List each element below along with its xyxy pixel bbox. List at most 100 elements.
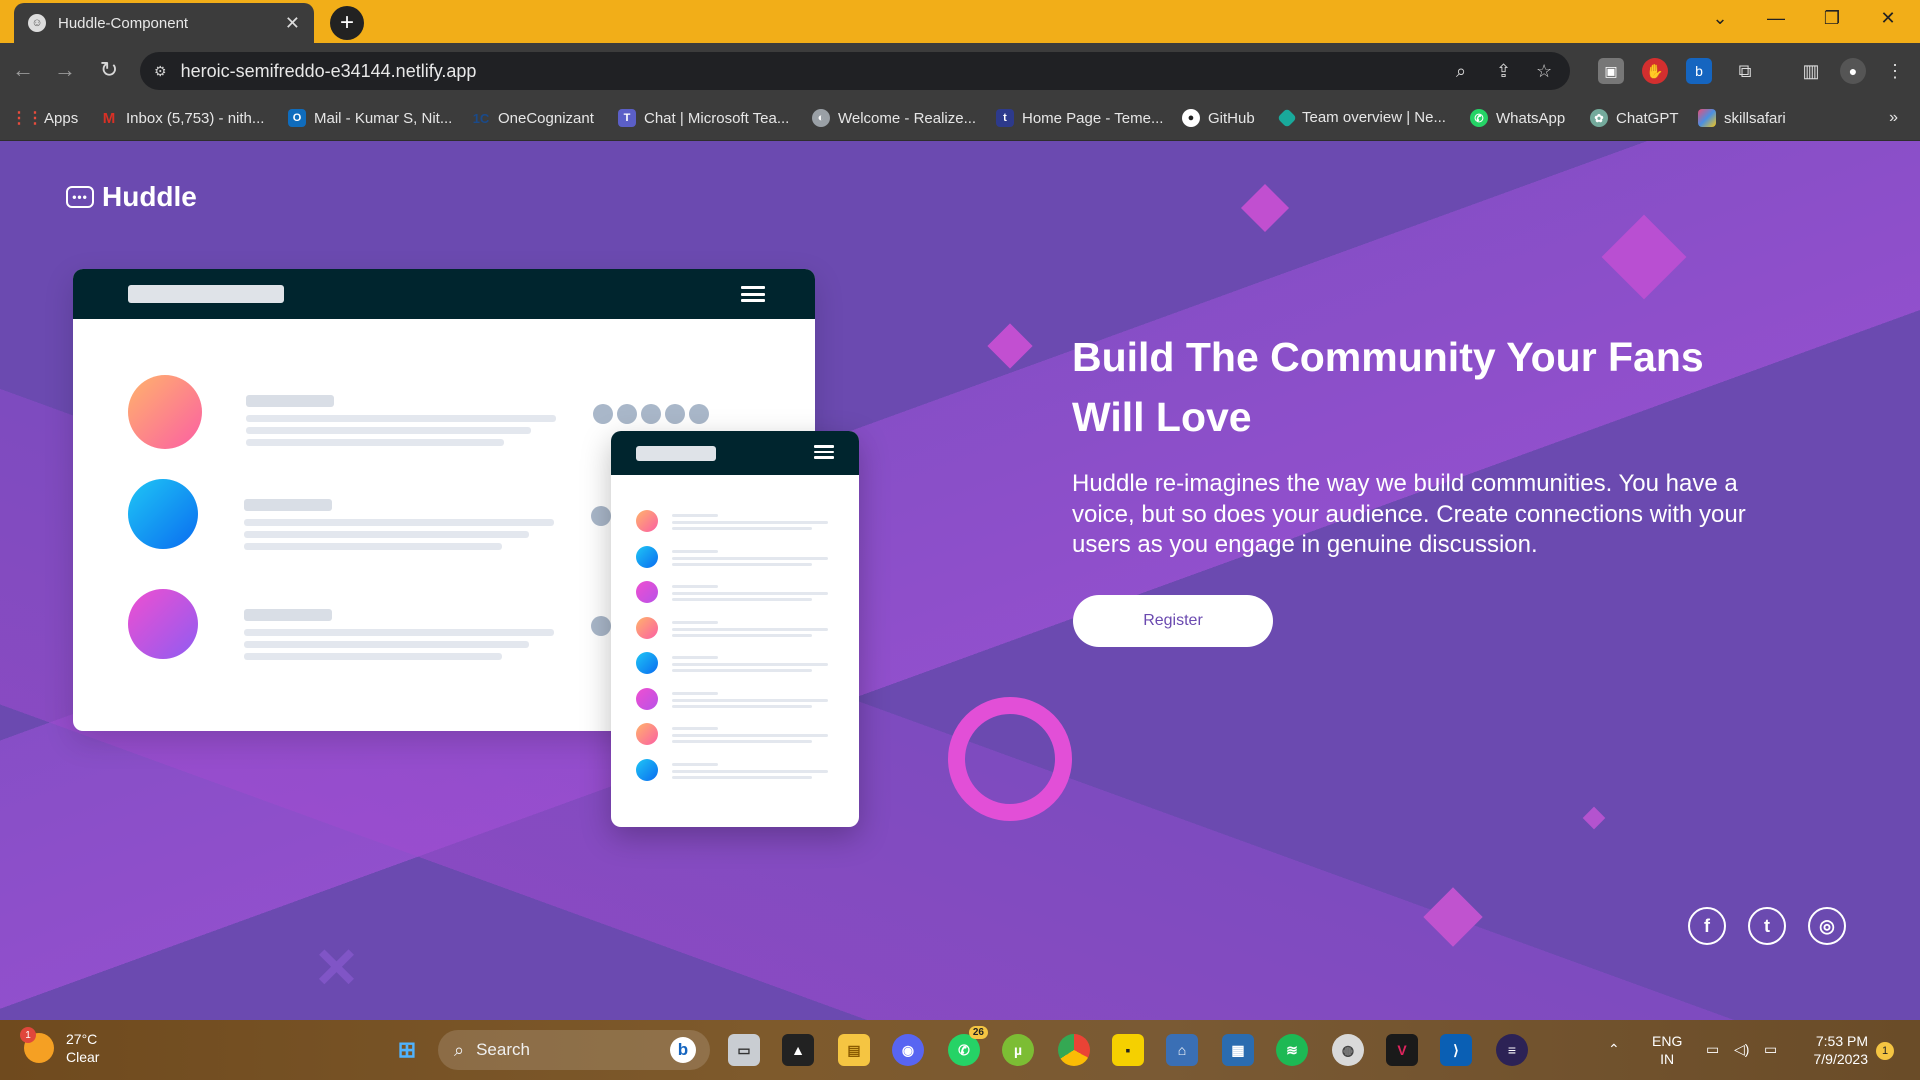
chrome-icon[interactable] — [1058, 1034, 1090, 1066]
notification-badge[interactable]: 1 — [1876, 1042, 1894, 1060]
bookmark-chatgpt[interactable]: ✿ ChatGPT — [1590, 109, 1679, 127]
bookmark-teams[interactable]: T Chat | Microsoft Tea... — [618, 109, 789, 127]
volume-icon[interactable]: ◁) — [1734, 1040, 1749, 1058]
url-text: heroic-semifreddo-e34144.netlify.app — [180, 60, 477, 81]
minimize-window-button[interactable]: — — [1748, 0, 1804, 36]
teams-icon: T — [618, 109, 636, 127]
bookmark-team-overview[interactable]: Team overview | Ne... — [1277, 107, 1446, 128]
mockup-header — [611, 431, 859, 475]
huddle-landing-page: ••• Huddle × Build The Community Your Fa… — [0, 141, 1920, 1020]
mockup-header — [73, 269, 815, 319]
side-panel-icon[interactable]: ▥ — [1798, 58, 1824, 84]
bookmark-realize[interactable]: ◐ Welcome - Realize... — [812, 109, 976, 127]
bookmark-outlook[interactable]: O Mail - Kumar S, Nit... — [288, 109, 452, 127]
extension-blue-icon[interactable]: b — [1686, 58, 1712, 84]
mockup-dot — [593, 404, 613, 424]
region-code: IN — [1660, 1051, 1675, 1067]
clock[interactable]: 7:53 PM 7/9/2023 — [1800, 1032, 1869, 1068]
hero-description: Huddle re-imagines the way we build comm… — [1072, 470, 1746, 558]
battery-icon[interactable]: ▭ — [1764, 1040, 1777, 1058]
task-view-icon[interactable]: ▭ — [728, 1034, 760, 1066]
bookmark-onecognizant[interactable]: 1C OneCognizant — [472, 109, 594, 127]
utorrent-icon[interactable]: µ — [1002, 1034, 1034, 1066]
more-bookmarks-chevron-icon[interactable]: » — [1889, 109, 1898, 127]
bookmark-skillsafari[interactable]: skillsafari — [1698, 109, 1786, 127]
sticky-notes-icon[interactable]: ▪ — [1112, 1034, 1144, 1066]
weather-moon-icon: 1 — [20, 1027, 54, 1063]
windows-start-icon[interactable]: ⊞ — [391, 1034, 423, 1066]
back-arrow-icon[interactable]: ← — [8, 57, 38, 83]
mockup-dot — [665, 404, 685, 424]
spotify-icon[interactable]: ≋ — [1276, 1034, 1308, 1066]
predator-app-icon[interactable]: ▲ — [782, 1034, 814, 1066]
taskbar-search-placeholder: Search — [476, 1040, 530, 1059]
extensions-puzzle-icon[interactable]: ⧉ — [1732, 58, 1758, 84]
twitter-icon[interactable]: t — [1748, 907, 1786, 945]
bookmark-github[interactable]: ● GitHub — [1182, 109, 1255, 127]
gmail-icon: M — [102, 109, 116, 127]
mockup-text-line — [244, 519, 554, 526]
bookmark-apps[interactable]: ⋮⋮ Apps — [11, 109, 79, 128]
clock-time: 7:53 PM — [1815, 1033, 1868, 1049]
team-overview-icon — [1277, 107, 1297, 128]
extension-screenshot-icon[interactable]: ▣ — [1598, 58, 1624, 84]
mockup-text-line — [246, 395, 334, 407]
restore-window-button[interactable]: ❐ — [1804, 0, 1860, 36]
bookmark-star-icon[interactable]: ☆ — [1536, 52, 1552, 90]
site-settings-icon[interactable]: ⚙ — [154, 63, 167, 80]
mockup-dot — [617, 404, 637, 424]
valorant-icon[interactable]: V — [1386, 1034, 1418, 1066]
bookmark-label: WhatsApp — [1496, 109, 1566, 127]
bookmark-whatsapp[interactable]: ✆ WhatsApp — [1470, 109, 1565, 127]
close-tab-icon[interactable]: ✕ — [285, 13, 300, 34]
forward-arrow-icon[interactable]: → — [50, 57, 80, 83]
facebook-icon[interactable]: f — [1688, 907, 1726, 945]
bookmark-teme[interactable]: t Home Page - Teme... — [996, 109, 1163, 127]
close-window-button[interactable]: ✕ — [1860, 0, 1916, 36]
mockup-title-placeholder — [636, 446, 716, 461]
chatgpt-icon: ✿ — [1590, 109, 1608, 127]
discord-icon[interactable]: ◉ — [892, 1034, 924, 1066]
mockup-list-row — [636, 652, 836, 676]
instagram-icon[interactable]: ◎ — [1808, 907, 1846, 945]
mockup-list-row — [636, 510, 836, 534]
address-bar[interactable]: ⚙ heroic-semifreddo-e34144.netlify.app — [140, 52, 1570, 90]
bookmark-label: Inbox (5,753) - nith... — [126, 109, 265, 127]
apps-grid-icon: ⋮⋮ — [11, 110, 43, 127]
new-tab-button[interactable]: + — [330, 6, 364, 40]
show-hidden-icons-chevron-icon[interactable]: ⌃ — [1608, 1040, 1620, 1058]
network-app-icon[interactable]: ⌂ — [1166, 1034, 1198, 1066]
mockup-text-line — [244, 629, 554, 636]
remote-desktop-icon[interactable]: ▦ — [1222, 1034, 1254, 1066]
bookmark-gmail[interactable]: M Inbox (5,753) - nith... — [100, 109, 265, 127]
bookmarks-bar: ⋮⋮ Apps M Inbox (5,753) - nith... O Mail… — [0, 99, 1920, 141]
whatsapp-app-icon[interactable]: ✆ 26 — [948, 1026, 988, 1066]
weather-temperature: 27°C — [66, 1031, 98, 1047]
browser-toolbar: ← → ↻ ⚙ heroic-semifreddo-e34144.netlify… — [0, 43, 1920, 99]
hamburger-menu-icon — [814, 445, 834, 462]
profile-avatar-icon[interactable]: ● — [1840, 58, 1866, 84]
tab-search-chevron-icon[interactable]: ⌄ — [1692, 0, 1748, 36]
taskbar-search-box[interactable]: ⌕ Search b — [438, 1030, 710, 1070]
reload-icon[interactable]: ↻ — [94, 57, 124, 83]
extension-adblock-icon[interactable]: ✋ — [1642, 58, 1668, 84]
mockup-text-line — [244, 531, 529, 538]
file-explorer-icon[interactable]: ▤ — [838, 1034, 870, 1066]
mockup-list-row — [636, 581, 836, 605]
huddle-logo[interactable]: ••• Huddle — [66, 181, 197, 213]
weather-widget[interactable]: 1 27°C Clear — [20, 1027, 99, 1066]
overwatch-icon[interactable]: ◍ — [1332, 1034, 1364, 1066]
bookmark-label: Apps — [44, 109, 79, 127]
zoom-icon[interactable]: ⌕ — [1456, 52, 1466, 90]
mockup-dot — [591, 616, 611, 636]
mockup-list-row — [636, 723, 836, 747]
language-indicator[interactable]: ENG IN — [1652, 1032, 1682, 1068]
register-button[interactable]: Register — [1073, 595, 1273, 647]
share-icon[interactable]: ⇪ — [1496, 52, 1511, 90]
vscode-icon[interactable]: ⟩ — [1440, 1034, 1472, 1066]
browser-menu-kebab-icon[interactable]: ⋮ — [1882, 58, 1908, 84]
network-icon[interactable]: ▭ — [1706, 1040, 1719, 1058]
eclipse-icon[interactable]: ≡ — [1496, 1034, 1528, 1066]
browser-tab-active[interactable]: ☺ Huddle-Component ✕ — [14, 3, 314, 43]
mobile-mockup-illustration — [611, 431, 859, 827]
